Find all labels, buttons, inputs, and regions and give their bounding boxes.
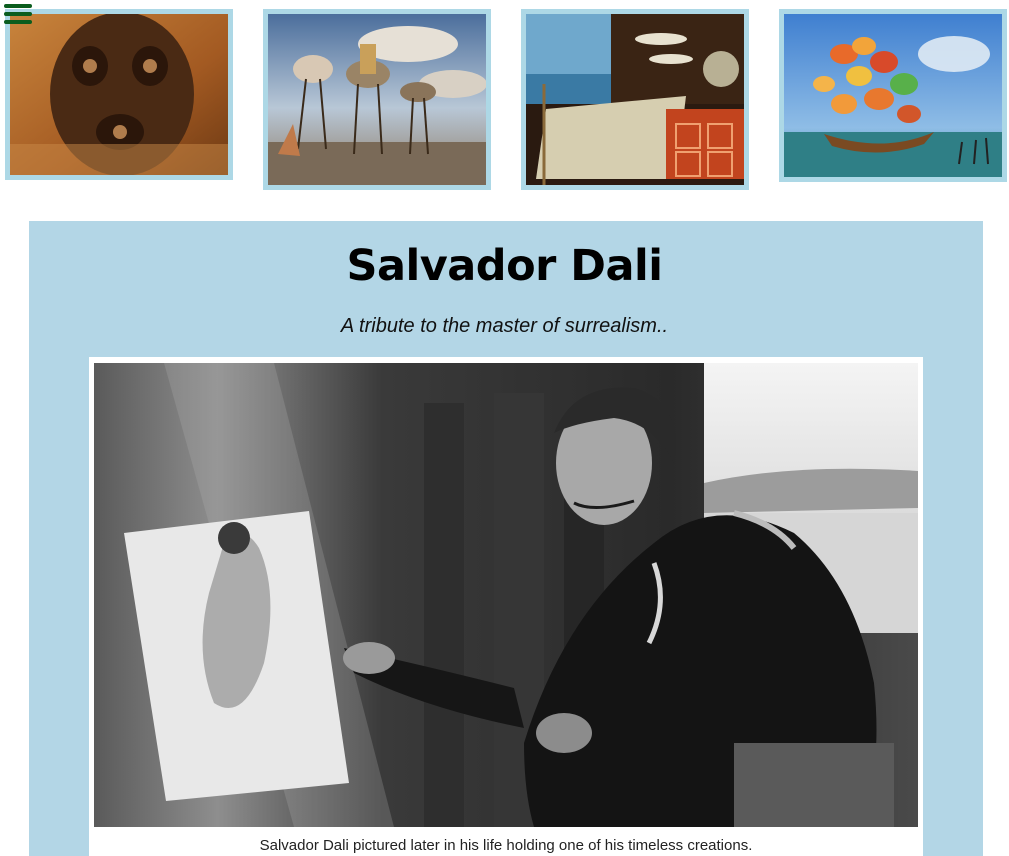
painting-face-of-war <box>10 14 228 175</box>
painting-butterfly-ship <box>784 14 1002 177</box>
painting-still-life <box>526 14 744 185</box>
dali-portrait-photo <box>94 363 918 827</box>
gallery-image-1[interactable] <box>5 9 233 180</box>
gallery-image-3[interactable] <box>521 9 749 190</box>
tribute-page: Salvador Dali A tribute to the master of… <box>0 0 1009 856</box>
portrait-image <box>94 363 918 827</box>
page-subtitle: A tribute to the master of surrealism.. <box>340 315 669 337</box>
portrait-caption: Salvador Dali pictured later in his life… <box>259 837 753 854</box>
hamburger-menu-icon[interactable] <box>4 4 32 28</box>
gallery-image-2[interactable] <box>263 9 491 190</box>
painting-temptation-of-st-anthony <box>268 14 486 185</box>
page-title: Salvador Dali <box>346 241 663 291</box>
gallery-image-4[interactable] <box>779 9 1007 182</box>
